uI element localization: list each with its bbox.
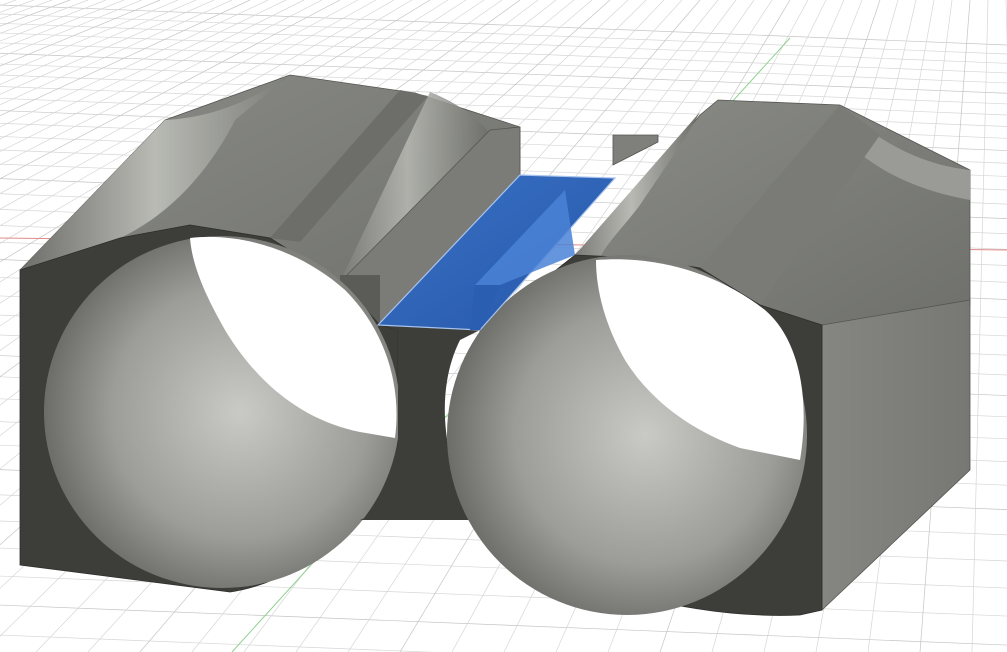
grid-line — [971, 0, 989, 652]
back-ridge-top — [612, 134, 659, 166]
model-body[interactable] — [19, 74, 971, 616]
grid-line — [0, 634, 436, 652]
grid-line — [0, 0, 17, 7]
3d-canvas-viewport[interactable] — [0, 0, 1007, 652]
grid-line — [0, 13, 1007, 55]
grid-line — [0, 63, 1007, 105]
right-block-side-face — [821, 299, 971, 611]
3d-scene[interactable] — [0, 0, 1007, 652]
grid-line — [0, 42, 1007, 84]
